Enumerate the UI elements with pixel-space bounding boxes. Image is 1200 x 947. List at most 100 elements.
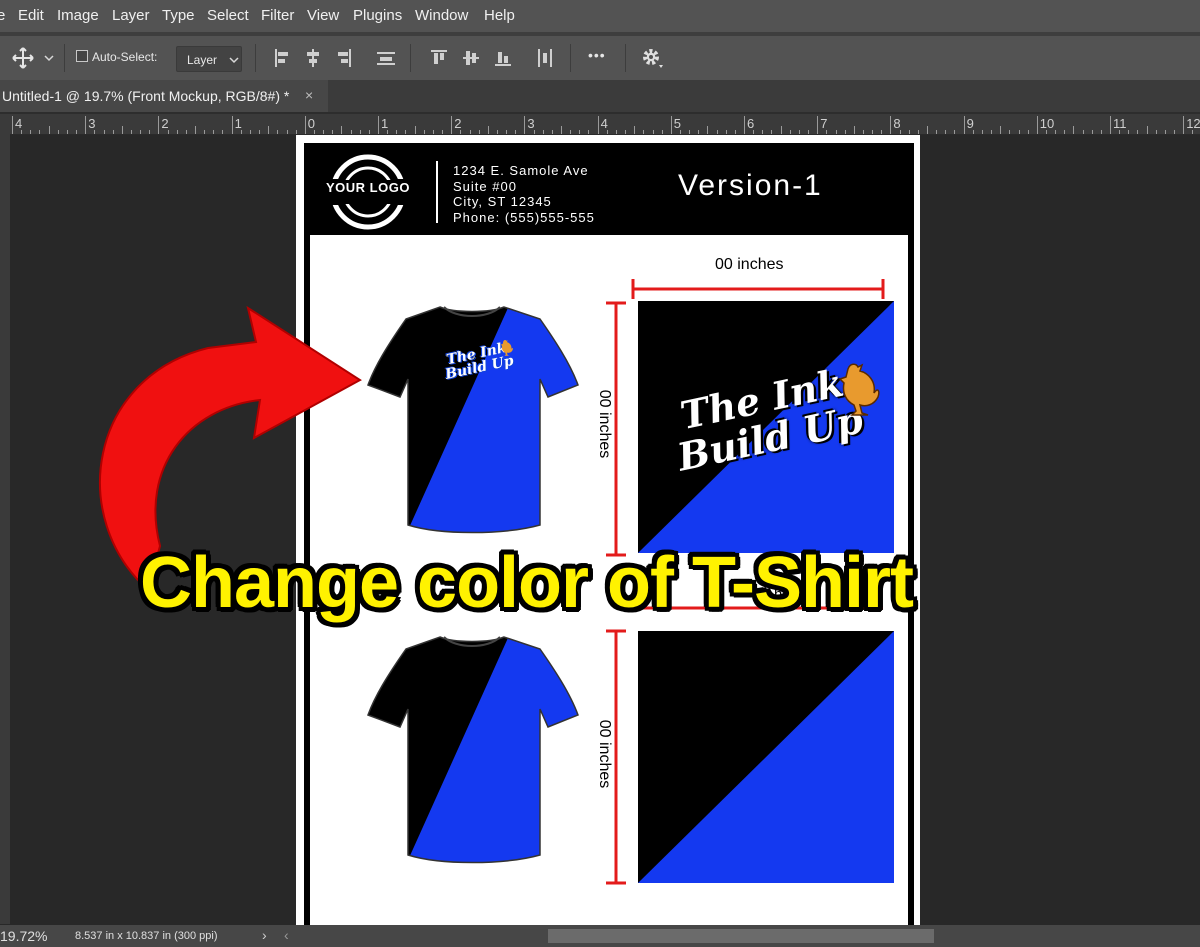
align-top-icon[interactable] [430, 48, 448, 68]
move-tool-icon[interactable] [12, 47, 34, 69]
ruler-tick [890, 116, 892, 134]
menu-image[interactable]: Image [57, 7, 99, 24]
horizontal-scrollbar-thumb[interactable] [548, 929, 934, 943]
ruler-tick [661, 130, 663, 134]
ruler-tick [643, 130, 645, 134]
ruler-tick [1128, 130, 1130, 134]
ruler-label: 5 [673, 116, 682, 131]
align-bottom-icon[interactable] [494, 48, 512, 68]
auto-select-box[interactable] [76, 50, 88, 62]
menu-file[interactable]: e [0, 7, 5, 24]
version-title: Version-1 [678, 169, 823, 202]
ruler-tick [112, 130, 114, 134]
mockup-header: YOUR LOGO 1234 E. Samole Ave Suite #00 C… [310, 149, 908, 235]
dimension-label-top: 00 inches [715, 256, 784, 273]
ruler-tick [295, 130, 297, 134]
address-line: City, ST 12345 [453, 194, 552, 209]
menu-help[interactable]: Help [484, 7, 515, 24]
menu-select[interactable]: Select [207, 7, 249, 24]
ruler-tick [762, 130, 764, 134]
address-line: Suite #00 [453, 178, 517, 194]
options-separator [410, 44, 411, 72]
ruler-tick [524, 116, 526, 134]
ruler-tick [844, 130, 846, 134]
ruler-label: 7 [820, 116, 828, 131]
ruler-tick [1009, 130, 1011, 134]
vertical-ruler[interactable] [0, 134, 10, 924]
dimension-line-top [631, 279, 885, 299]
menu-plugins[interactable]: Plugins [353, 7, 402, 24]
ruler-tick [213, 130, 215, 134]
auto-select-target-dropdown[interactable]: Layer [176, 46, 242, 72]
menu-window[interactable]: Window [415, 7, 468, 24]
ruler-tick [634, 126, 636, 134]
align-right-icon[interactable] [336, 48, 352, 68]
ruler-tick [698, 130, 700, 134]
ruler-tick [991, 130, 993, 134]
ruler-tick [496, 130, 498, 134]
distribute-horizontal-icon[interactable] [536, 48, 554, 68]
ruler-tick [85, 116, 87, 134]
ruler-tick [670, 116, 672, 134]
status-menu-arrow[interactable]: › [262, 927, 267, 943]
ruler-tick [753, 130, 755, 134]
ruler-tick [469, 130, 471, 134]
ruler-tick [121, 126, 123, 134]
ruler-tick [350, 130, 352, 134]
align-horizontal-center-icon[interactable] [305, 48, 321, 68]
ruler-tick [588, 130, 590, 134]
align-vertical-center-icon[interactable] [462, 48, 480, 68]
ruler-tick [579, 130, 581, 134]
menu-filter[interactable]: Filter [261, 7, 294, 24]
ruler-tick [396, 130, 398, 134]
ruler-tick [826, 130, 828, 134]
distribute-vertical-icon[interactable] [376, 48, 396, 68]
ruler-tick [899, 130, 901, 134]
options-separator [64, 44, 65, 72]
horizontal-ruler[interactable]: 4 3 2 1 0 1 2 3 4 5 6 7 8 9 10 11 12 [10, 114, 1200, 135]
ruler-tick [368, 130, 370, 134]
ruler-tick [570, 130, 572, 134]
scroll-left-arrow[interactable]: ‹ [284, 927, 289, 943]
ruler-tick [679, 130, 681, 134]
menu-edit[interactable]: Edit [18, 7, 44, 24]
ruler-tick [506, 130, 508, 134]
ruler-tick [1137, 130, 1139, 134]
ruler-tick [378, 116, 379, 134]
ruler-tick [789, 130, 791, 134]
menu-layer[interactable]: Layer [112, 7, 150, 24]
document-tab[interactable]: Untitled-1 @ 19.7% (Front Mockup, RGB/8#… [0, 80, 328, 112]
menu-view[interactable]: View [307, 7, 339, 24]
align-left-icon[interactable] [274, 48, 290, 68]
ruler-tick [533, 130, 535, 134]
menu-type[interactable]: Type [162, 7, 195, 24]
document-canvas[interactable]: YOUR LOGO 1234 E. Samole Ave Suite #00 C… [296, 135, 920, 931]
ruler-tick [359, 130, 361, 134]
menu-bar: e Edit Image Layer Type Select Filter Vi… [0, 0, 1200, 32]
ruler-tick [1155, 130, 1157, 134]
ruler-tick [158, 116, 160, 134]
ruler-tick [561, 126, 562, 134]
tool-preset-chevron-icon[interactable] [44, 54, 54, 62]
ruler-tick [606, 130, 608, 134]
ruler-label: 4 [600, 116, 608, 131]
ruler-tick [1146, 126, 1148, 134]
ruler-tick [1055, 130, 1057, 134]
design-panel-2 [638, 631, 894, 883]
close-tab-icon[interactable]: × [305, 87, 313, 103]
ruler-label: 12 [1186, 116, 1200, 131]
ruler-tick [21, 130, 23, 134]
ruler-tick [231, 116, 233, 134]
gear-icon[interactable] [640, 46, 664, 70]
ruler-tick [734, 130, 736, 134]
ruler-tick [76, 130, 78, 134]
ruler-tick [707, 126, 709, 134]
ruler-label: 3 [527, 116, 535, 131]
ruler-tick [423, 130, 425, 134]
more-options-button[interactable]: ••• [588, 47, 606, 63]
ruler-tick [12, 116, 13, 134]
ruler-origin[interactable] [0, 114, 10, 134]
auto-select-checkbox[interactable]: Auto-Select: [76, 50, 157, 64]
document-tab-title: Untitled-1 @ 19.7% (Front Mockup, RGB/8#… [2, 88, 290, 104]
zoom-level[interactable]: 19.72% [0, 928, 47, 944]
